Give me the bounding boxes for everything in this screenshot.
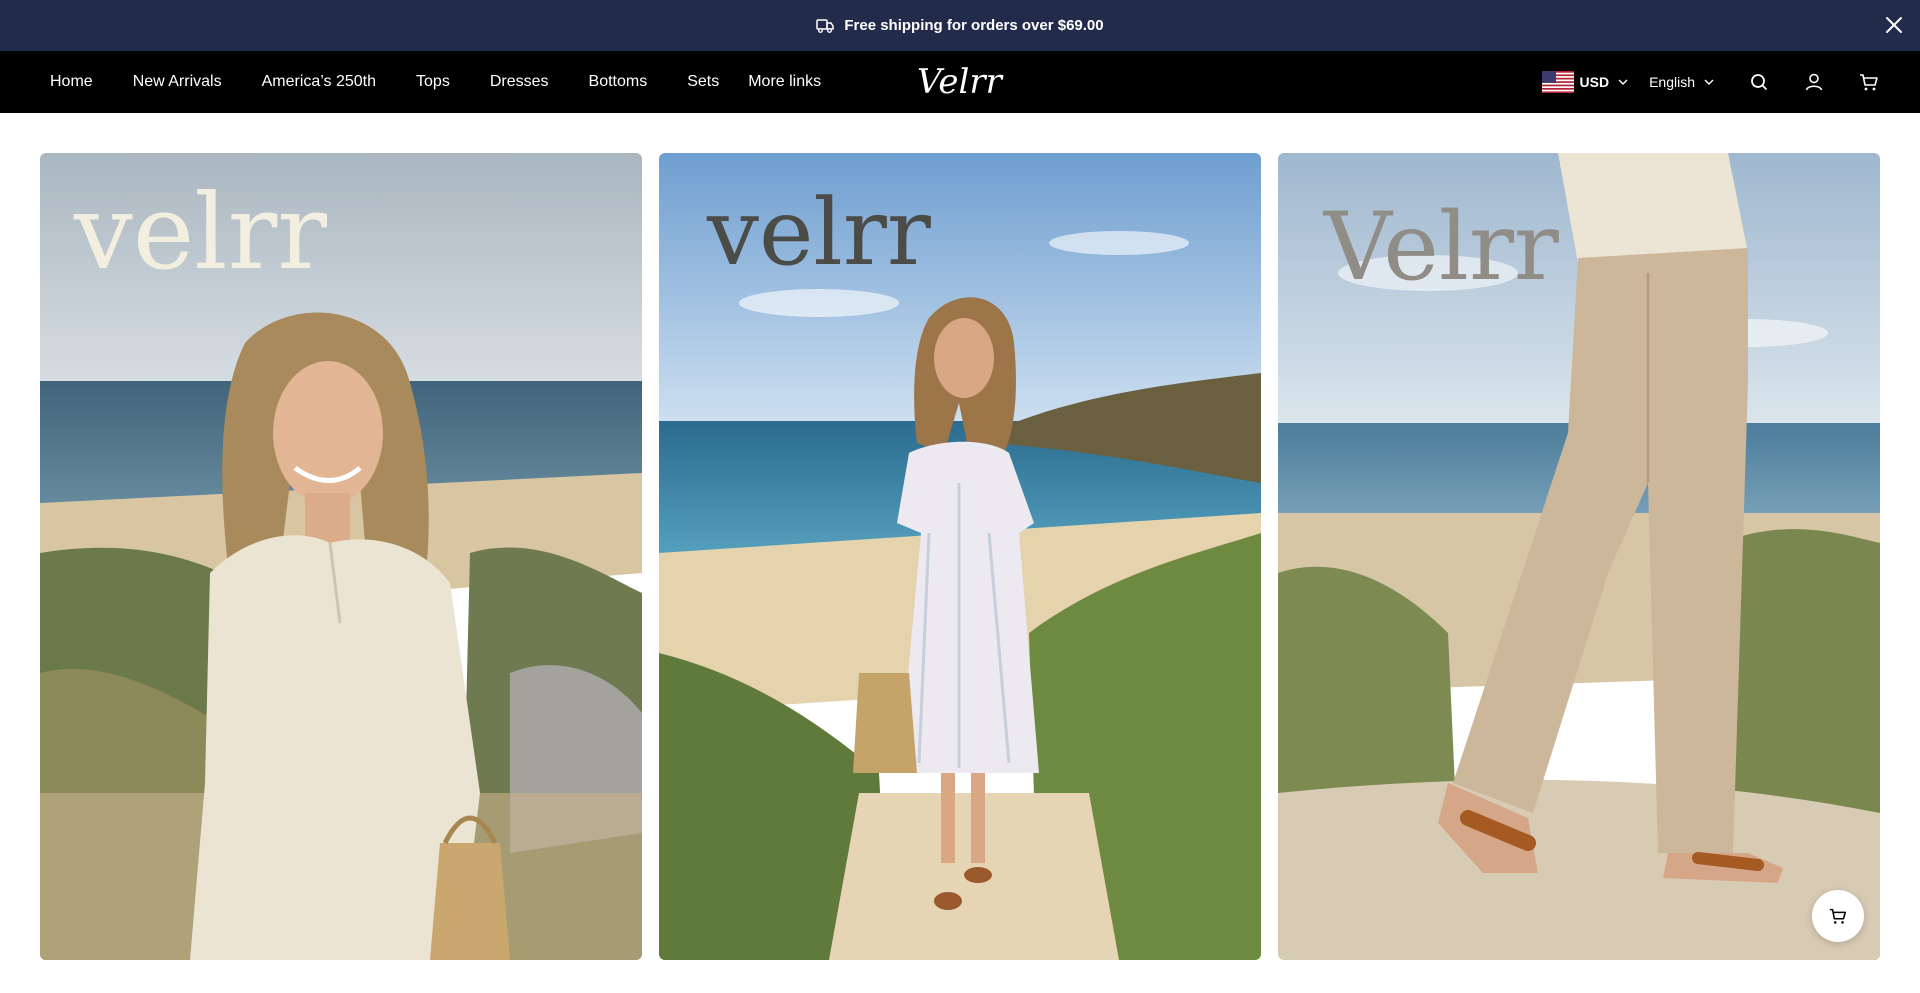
truck-icon (816, 18, 835, 33)
floating-cart-button[interactable] (1812, 890, 1864, 942)
close-icon[interactable] (1882, 13, 1906, 37)
nav-link-dresses[interactable]: Dresses (490, 73, 549, 91)
nav-link-bottoms[interactable]: Bottoms (589, 73, 648, 91)
announcement-bar: Free shipping for orders over $69.00 (0, 0, 1920, 51)
nav-link-home[interactable]: Home (50, 73, 93, 91)
nav-link-more-links[interactable]: More links (748, 73, 821, 91)
nav-link-sets[interactable]: Sets (687, 73, 719, 91)
gallery-card-trousers[interactable]: Velrr (1278, 153, 1880, 960)
brand-overlay-trousers: Velrr (1324, 193, 1559, 302)
hero-gallery: velrr velrr Velrr (40, 153, 1880, 960)
announcement-message: Free shipping for orders over $69.00 (816, 17, 1104, 34)
nav-utilities: USD English (1541, 51, 1880, 113)
chevron-down-icon[interactable] (1703, 76, 1715, 88)
cart-icon (1829, 908, 1847, 924)
search-icon[interactable] (1748, 71, 1770, 93)
gallery-card-dress[interactable]: velrr (659, 153, 1261, 960)
us-flag-icon (1541, 71, 1574, 93)
chevron-down-icon[interactable] (1617, 76, 1629, 88)
announcement-text: Free shipping for orders over $69.00 (844, 17, 1104, 34)
nav-link-tops[interactable]: Tops (416, 73, 450, 91)
currency-selector[interactable]: USD (1580, 74, 1610, 90)
site-logo[interactable]: Velrr (917, 62, 1002, 102)
cart-icon[interactable] (1858, 71, 1880, 93)
language-selector[interactable]: English (1649, 74, 1695, 90)
account-icon[interactable] (1803, 71, 1825, 93)
nav-link-americas-250th[interactable]: America’s 250th (262, 73, 376, 91)
nav-link-new-arrivals[interactable]: New Arrivals (133, 73, 222, 91)
nav-links: Home New Arrivals America’s 250th Tops D… (50, 51, 821, 113)
brand-overlay-top: velrr (74, 171, 327, 293)
brand-overlay-dress: velrr (707, 179, 931, 286)
gallery-card-top[interactable]: velrr (40, 153, 642, 960)
